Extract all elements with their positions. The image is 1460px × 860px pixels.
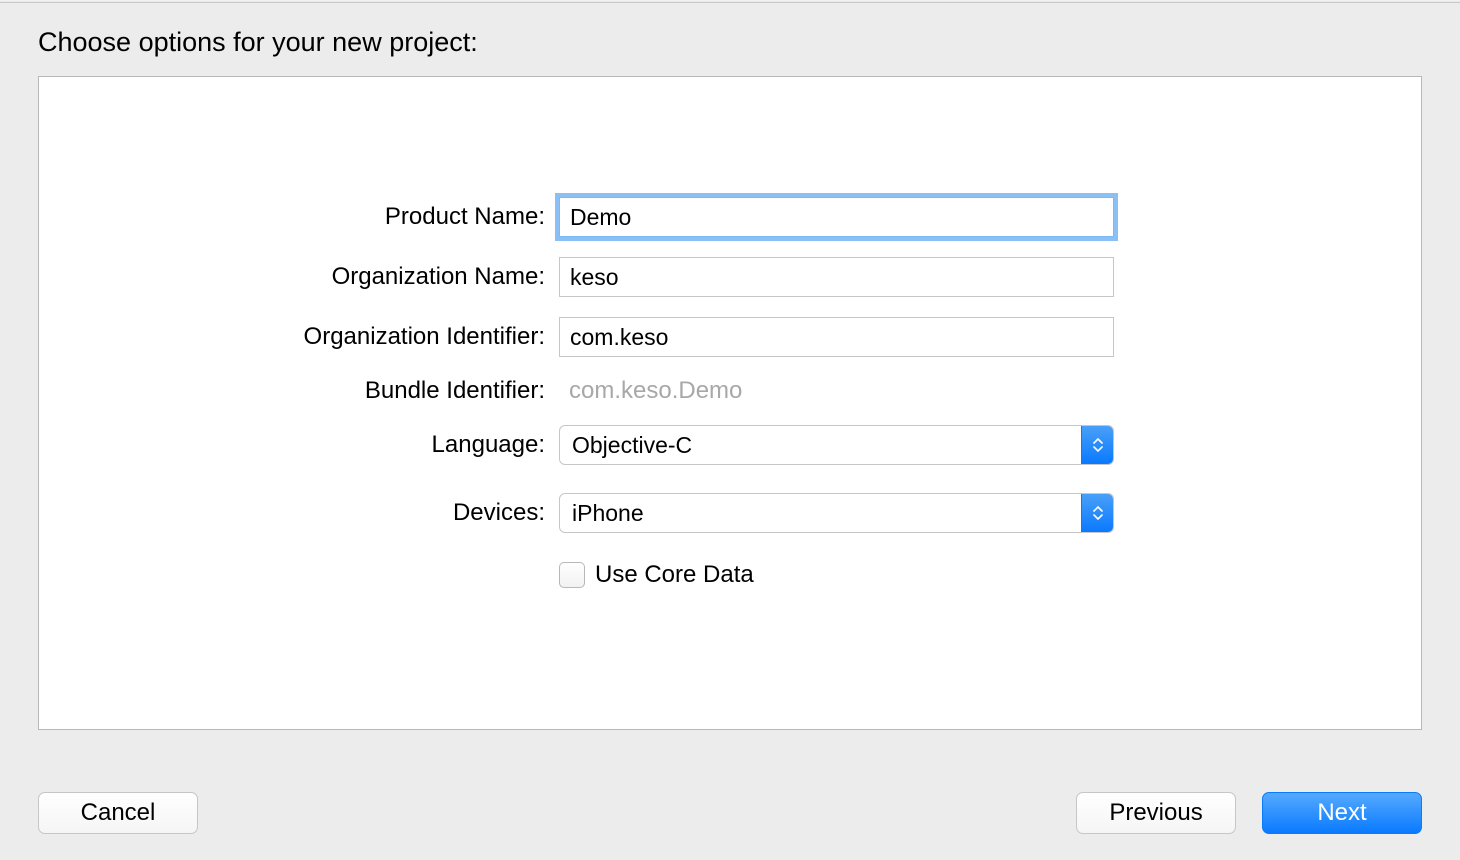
- bundle-identifier-label: Bundle Identifier:: [39, 377, 559, 405]
- updown-icon: [1081, 494, 1113, 532]
- next-button[interactable]: Next: [1262, 792, 1422, 834]
- organization-identifier-input[interactable]: [559, 317, 1114, 357]
- button-bar: Cancel Previous Next: [38, 792, 1422, 834]
- checkbox-icon: [559, 562, 585, 588]
- language-select[interactable]: Objective-C: [559, 425, 1114, 465]
- product-name-label: Product Name:: [39, 203, 559, 231]
- dialog-heading: Choose options for your new project:: [0, 3, 1460, 76]
- devices-label: Devices:: [39, 499, 559, 527]
- language-label: Language:: [39, 431, 559, 459]
- product-name-input[interactable]: [559, 197, 1114, 237]
- bundle-identifier-value: com.keso.Demo: [559, 377, 742, 405]
- organization-identifier-label: Organization Identifier:: [39, 323, 559, 351]
- organization-name-input[interactable]: [559, 257, 1114, 297]
- form-panel: Product Name: Organization Name: Organiz…: [38, 76, 1422, 730]
- language-select-value: Objective-C: [560, 432, 1081, 459]
- devices-select-value: iPhone: [560, 500, 1081, 527]
- use-core-data-label: Use Core Data: [595, 561, 754, 589]
- devices-select[interactable]: iPhone: [559, 493, 1114, 533]
- previous-button[interactable]: Previous: [1076, 792, 1236, 834]
- updown-icon: [1081, 426, 1113, 464]
- organization-name-label: Organization Name:: [39, 263, 559, 291]
- cancel-button[interactable]: Cancel: [38, 792, 198, 834]
- use-core-data-checkbox[interactable]: Use Core Data: [559, 561, 754, 589]
